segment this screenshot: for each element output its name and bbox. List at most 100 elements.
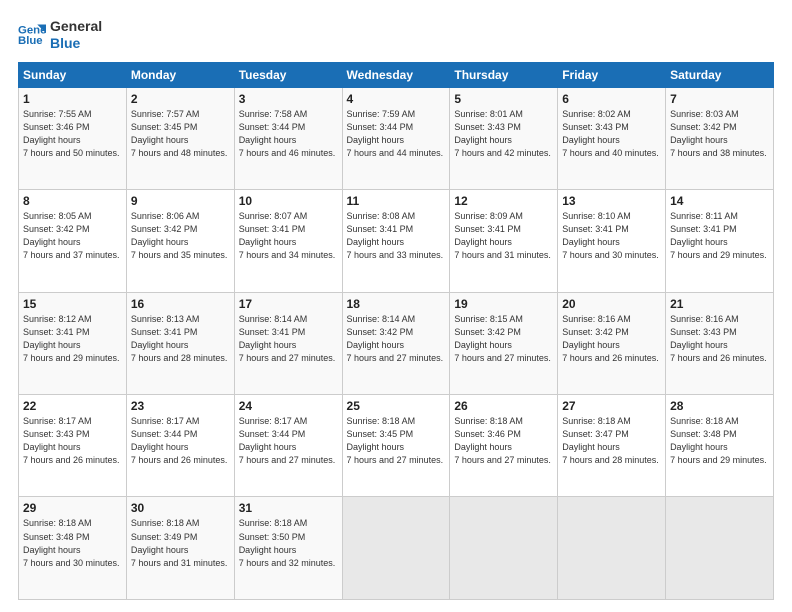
- calendar-week-row: 8 Sunrise: 8:05 AMSunset: 3:42 PMDayligh…: [19, 190, 774, 292]
- day-number: 9: [131, 194, 230, 208]
- page: General Blue General Blue SundayMondayTu…: [0, 0, 792, 612]
- calendar-weekday-thursday: Thursday: [450, 62, 558, 87]
- calendar-cell: 11 Sunrise: 8:08 AMSunset: 3:41 PMDaylig…: [342, 190, 450, 292]
- day-number: 30: [131, 501, 230, 515]
- day-number: 20: [562, 297, 661, 311]
- day-number: 23: [131, 399, 230, 413]
- calendar-cell: 29 Sunrise: 8:18 AMSunset: 3:48 PMDaylig…: [19, 497, 127, 600]
- day-number: 18: [347, 297, 446, 311]
- day-number: 6: [562, 92, 661, 106]
- calendar-cell: 28 Sunrise: 8:18 AMSunset: 3:48 PMDaylig…: [666, 395, 774, 497]
- day-number: 28: [670, 399, 769, 413]
- day-info: Sunrise: 8:16 AMSunset: 3:43 PMDaylight …: [670, 314, 767, 363]
- day-number: 1: [23, 92, 122, 106]
- calendar-cell: 6 Sunrise: 8:02 AMSunset: 3:43 PMDayligh…: [558, 87, 666, 189]
- logo: General Blue General Blue: [18, 18, 102, 52]
- calendar-cell: 1 Sunrise: 7:55 AMSunset: 3:46 PMDayligh…: [19, 87, 127, 189]
- day-info: Sunrise: 8:14 AMSunset: 3:42 PMDaylight …: [347, 314, 444, 363]
- day-info: Sunrise: 8:12 AMSunset: 3:41 PMDaylight …: [23, 314, 120, 363]
- day-info: Sunrise: 8:07 AMSunset: 3:41 PMDaylight …: [239, 211, 336, 260]
- day-number: 14: [670, 194, 769, 208]
- calendar-cell: 17 Sunrise: 8:14 AMSunset: 3:41 PMDaylig…: [234, 292, 342, 394]
- calendar-cell: 21 Sunrise: 8:16 AMSunset: 3:43 PMDaylig…: [666, 292, 774, 394]
- day-info: Sunrise: 8:02 AMSunset: 3:43 PMDaylight …: [562, 109, 659, 158]
- day-info: Sunrise: 8:10 AMSunset: 3:41 PMDaylight …: [562, 211, 659, 260]
- calendar-cell: 7 Sunrise: 8:03 AMSunset: 3:42 PMDayligh…: [666, 87, 774, 189]
- calendar-cell: 31 Sunrise: 8:18 AMSunset: 3:50 PMDaylig…: [234, 497, 342, 600]
- day-info: Sunrise: 8:17 AMSunset: 3:44 PMDaylight …: [131, 416, 228, 465]
- calendar-cell: 19 Sunrise: 8:15 AMSunset: 3:42 PMDaylig…: [450, 292, 558, 394]
- day-number: 26: [454, 399, 553, 413]
- day-number: 29: [23, 501, 122, 515]
- calendar-weekday-saturday: Saturday: [666, 62, 774, 87]
- calendar-cell: 22 Sunrise: 8:17 AMSunset: 3:43 PMDaylig…: [19, 395, 127, 497]
- day-info: Sunrise: 8:18 AMSunset: 3:48 PMDaylight …: [670, 416, 767, 465]
- calendar-table: SundayMondayTuesdayWednesdayThursdayFrid…: [18, 62, 774, 600]
- calendar-cell: 12 Sunrise: 8:09 AMSunset: 3:41 PMDaylig…: [450, 190, 558, 292]
- calendar-cell: 14 Sunrise: 8:11 AMSunset: 3:41 PMDaylig…: [666, 190, 774, 292]
- day-number: 17: [239, 297, 338, 311]
- day-number: 24: [239, 399, 338, 413]
- calendar-cell: 27 Sunrise: 8:18 AMSunset: 3:47 PMDaylig…: [558, 395, 666, 497]
- calendar-cell: 30 Sunrise: 8:18 AMSunset: 3:49 PMDaylig…: [126, 497, 234, 600]
- day-info: Sunrise: 8:18 AMSunset: 3:48 PMDaylight …: [23, 518, 120, 567]
- calendar-weekday-wednesday: Wednesday: [342, 62, 450, 87]
- day-number: 16: [131, 297, 230, 311]
- calendar-cell: 26 Sunrise: 8:18 AMSunset: 3:46 PMDaylig…: [450, 395, 558, 497]
- calendar-weekday-friday: Friday: [558, 62, 666, 87]
- calendar-cell: 13 Sunrise: 8:10 AMSunset: 3:41 PMDaylig…: [558, 190, 666, 292]
- day-number: 5: [454, 92, 553, 106]
- day-number: 7: [670, 92, 769, 106]
- day-number: 8: [23, 194, 122, 208]
- day-number: 25: [347, 399, 446, 413]
- calendar-cell: 5 Sunrise: 8:01 AMSunset: 3:43 PMDayligh…: [450, 87, 558, 189]
- calendar-cell: 3 Sunrise: 7:58 AMSunset: 3:44 PMDayligh…: [234, 87, 342, 189]
- calendar-cell: 2 Sunrise: 7:57 AMSunset: 3:45 PMDayligh…: [126, 87, 234, 189]
- calendar-cell: [666, 497, 774, 600]
- day-number: 4: [347, 92, 446, 106]
- svg-text:Blue: Blue: [18, 35, 43, 47]
- day-info: Sunrise: 7:55 AMSunset: 3:46 PMDaylight …: [23, 109, 120, 158]
- day-number: 27: [562, 399, 661, 413]
- day-number: 11: [347, 194, 446, 208]
- calendar-weekday-tuesday: Tuesday: [234, 62, 342, 87]
- day-info: Sunrise: 8:18 AMSunset: 3:46 PMDaylight …: [454, 416, 551, 465]
- calendar-header-row: SundayMondayTuesdayWednesdayThursdayFrid…: [19, 62, 774, 87]
- day-number: 31: [239, 501, 338, 515]
- calendar-weekday-sunday: Sunday: [19, 62, 127, 87]
- day-info: Sunrise: 8:18 AMSunset: 3:47 PMDaylight …: [562, 416, 659, 465]
- day-number: 19: [454, 297, 553, 311]
- day-number: 22: [23, 399, 122, 413]
- calendar-week-row: 22 Sunrise: 8:17 AMSunset: 3:43 PMDaylig…: [19, 395, 774, 497]
- day-number: 2: [131, 92, 230, 106]
- header: General Blue General Blue: [18, 18, 774, 52]
- calendar-cell: 24 Sunrise: 8:17 AMSunset: 3:44 PMDaylig…: [234, 395, 342, 497]
- calendar-cell: 23 Sunrise: 8:17 AMSunset: 3:44 PMDaylig…: [126, 395, 234, 497]
- day-info: Sunrise: 8:13 AMSunset: 3:41 PMDaylight …: [131, 314, 228, 363]
- calendar-cell: [558, 497, 666, 600]
- day-info: Sunrise: 8:01 AMSunset: 3:43 PMDaylight …: [454, 109, 551, 158]
- day-number: 21: [670, 297, 769, 311]
- calendar-cell: [450, 497, 558, 600]
- calendar-cell: 9 Sunrise: 8:06 AMSunset: 3:42 PMDayligh…: [126, 190, 234, 292]
- calendar-week-row: 15 Sunrise: 8:12 AMSunset: 3:41 PMDaylig…: [19, 292, 774, 394]
- day-info: Sunrise: 8:09 AMSunset: 3:41 PMDaylight …: [454, 211, 551, 260]
- calendar-cell: 10 Sunrise: 8:07 AMSunset: 3:41 PMDaylig…: [234, 190, 342, 292]
- day-info: Sunrise: 8:11 AMSunset: 3:41 PMDaylight …: [670, 211, 767, 260]
- day-info: Sunrise: 8:06 AMSunset: 3:42 PMDaylight …: [131, 211, 228, 260]
- day-number: 15: [23, 297, 122, 311]
- calendar-cell: 15 Sunrise: 8:12 AMSunset: 3:41 PMDaylig…: [19, 292, 127, 394]
- logo-icon: General Blue: [18, 21, 46, 49]
- day-number: 10: [239, 194, 338, 208]
- day-info: Sunrise: 8:03 AMSunset: 3:42 PMDaylight …: [670, 109, 767, 158]
- day-info: Sunrise: 8:18 AMSunset: 3:49 PMDaylight …: [131, 518, 228, 567]
- day-info: Sunrise: 8:18 AMSunset: 3:50 PMDaylight …: [239, 518, 336, 567]
- day-info: Sunrise: 8:18 AMSunset: 3:45 PMDaylight …: [347, 416, 444, 465]
- calendar-cell: [342, 497, 450, 600]
- calendar-cell: 18 Sunrise: 8:14 AMSunset: 3:42 PMDaylig…: [342, 292, 450, 394]
- day-info: Sunrise: 8:08 AMSunset: 3:41 PMDaylight …: [347, 211, 444, 260]
- day-number: 13: [562, 194, 661, 208]
- calendar-cell: 20 Sunrise: 8:16 AMSunset: 3:42 PMDaylig…: [558, 292, 666, 394]
- calendar-cell: 16 Sunrise: 8:13 AMSunset: 3:41 PMDaylig…: [126, 292, 234, 394]
- day-info: Sunrise: 8:17 AMSunset: 3:44 PMDaylight …: [239, 416, 336, 465]
